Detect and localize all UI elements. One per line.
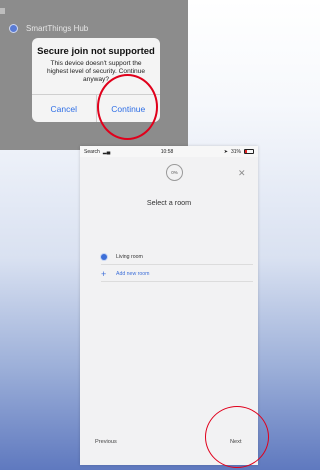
cancel-button[interactable]: Cancel (32, 95, 96, 122)
add-room-row[interactable]: + Add new room (101, 267, 253, 282)
radio-selected-icon (9, 23, 18, 33)
add-room-label: Add new room (116, 271, 150, 277)
dialog-title: Secure join not supported (37, 46, 155, 57)
room-label: Living room (116, 254, 143, 260)
continue-highlight-circle (97, 74, 158, 140)
edge-marker (0, 8, 5, 14)
battery-icon (244, 149, 254, 154)
progress-indicator: 0% (166, 164, 183, 181)
battery-percent: 31% (230, 148, 241, 155)
status-bar: Search ▂▄ 10:58 ➤ 31% (80, 146, 258, 157)
previous-button[interactable]: Previous (95, 439, 117, 445)
radio-selected-icon (101, 254, 107, 260)
page-title: Select a room (146, 198, 192, 207)
location-icon: ➤ (223, 148, 228, 155)
signal-icon: ▂▄ (102, 148, 111, 155)
dialog-screenshot: SmartThings Hub Secure join not supporte… (0, 0, 188, 150)
hub-list-item[interactable]: SmartThings Hub (0, 17, 188, 39)
progress-value: 0% (171, 170, 178, 175)
close-icon[interactable]: ✕ (238, 169, 246, 178)
next-highlight-circle (205, 406, 269, 468)
hub-label: SmartThings Hub (26, 23, 89, 33)
status-time: 10:58 (160, 148, 174, 155)
plus-icon: + (101, 268, 107, 279)
room-option-living-room[interactable]: Living room (101, 250, 253, 265)
carrier-label: Search (84, 148, 100, 155)
